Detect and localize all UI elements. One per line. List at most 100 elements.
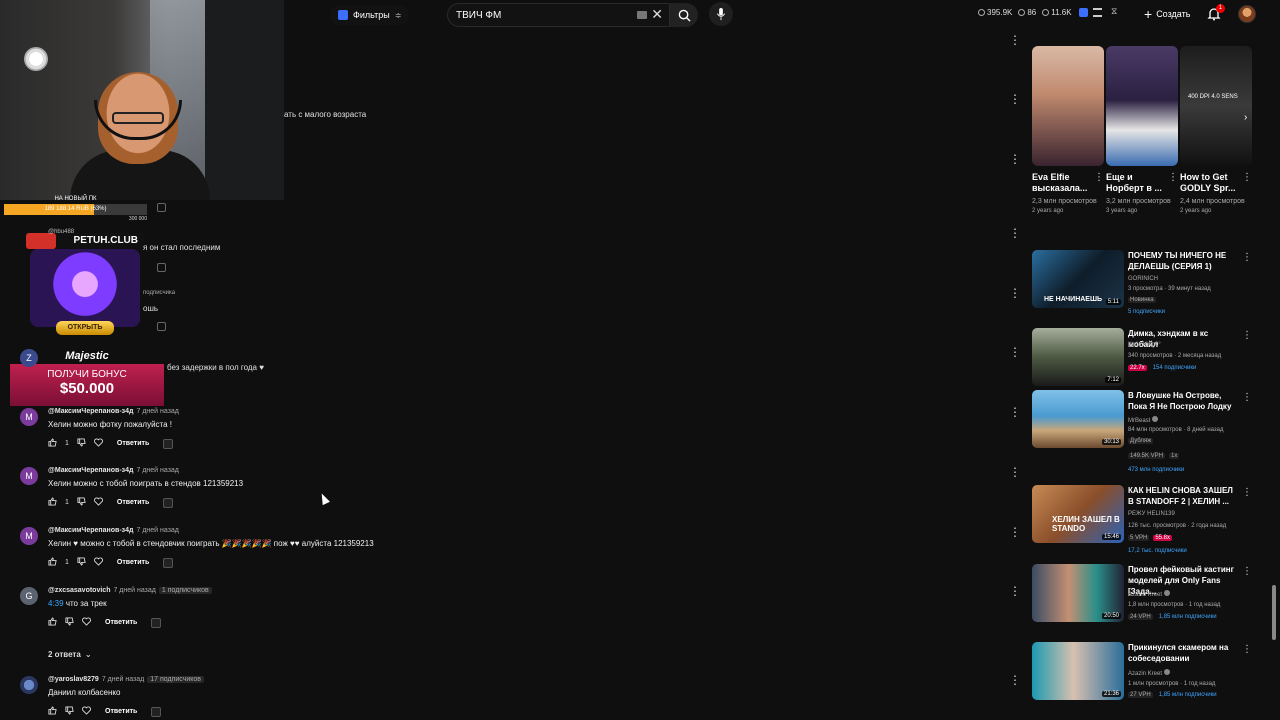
hourglass-icon[interactable]: ⧖: [1111, 6, 1120, 16]
like-button[interactable]: [48, 557, 57, 568]
video-channel[interactable]: Azazin Kreet: [1128, 669, 1171, 677]
dislike-button[interactable]: [65, 617, 74, 628]
video-card[interactable]: 30:13 В Ловушке На Острове, Пока Я Не По…: [1032, 390, 1264, 473]
voice-search-button[interactable]: [709, 2, 733, 26]
timestamp-link[interactable]: 4:39: [48, 599, 64, 608]
video-channel[interactable]: РЕЖУ HELIN139: [1128, 511, 1175, 517]
reply-button[interactable]: Ответить: [99, 708, 143, 715]
video-card[interactable]: НЕ НАЧИНАЕШЬ 5:11 ПОЧЕМУ ТЫ НИЧЕГО НЕ ДЕ…: [1032, 250, 1264, 315]
heart-button[interactable]: [93, 438, 103, 449]
short-thumbnail[interactable]: [1032, 46, 1104, 166]
short-thumbnail[interactable]: [1106, 46, 1178, 166]
extension-small-icon[interactable]: [157, 322, 166, 331]
more-options-icon[interactable]: ⋮: [1242, 644, 1252, 655]
more-options-icon[interactable]: ⋮: [1009, 34, 1021, 46]
comment-author[interactable]: @zxcsasavotovich: [48, 587, 110, 594]
comment-avatar[interactable]: M: [20, 527, 38, 545]
replies-toggle[interactable]: 2 ответа ⌄: [48, 650, 92, 659]
more-options-icon[interactable]: ⋮: [1009, 346, 1021, 358]
dislike-button[interactable]: [77, 557, 86, 568]
comment-avatar[interactable]: [20, 676, 38, 694]
comment-author[interactable]: @МаксимЧерепанов-з4д: [48, 467, 133, 474]
video-card[interactable]: 21:36 Прикинулся скамером на собеседован…: [1032, 642, 1264, 706]
sidebar-scrollbar[interactable]: [1272, 585, 1276, 640]
extension-small-icon[interactable]: [151, 706, 162, 717]
more-options-icon[interactable]: ⋮: [1242, 252, 1252, 263]
comment-avatar[interactable]: Z: [20, 349, 38, 367]
reply-button[interactable]: Ответить: [111, 559, 155, 566]
short-title[interactable]: How to Get GODLY Spr...: [1180, 172, 1240, 194]
like-button[interactable]: [48, 497, 57, 508]
extension-small-icon[interactable]: [163, 557, 174, 568]
more-options-icon[interactable]: ⋮: [1242, 566, 1252, 577]
comment-time[interactable]: 7 дней назад: [136, 467, 178, 474]
heart-button[interactable]: [82, 706, 91, 717]
short-title[interactable]: Еще и Норберт в ...: [1106, 172, 1166, 194]
search-box[interactable]: ТВИЧ ФМ ✕: [447, 3, 670, 27]
video-thumbnail[interactable]: ХЕЛИН ЗАШЕЛ В STANDO 15:46: [1032, 485, 1124, 543]
more-options-icon[interactable]: ⋮: [1009, 406, 1021, 418]
extension-small-icon[interactable]: [157, 263, 166, 272]
video-thumbnail[interactable]: 20:50: [1032, 564, 1124, 622]
search-input[interactable]: ТВИЧ ФМ: [456, 10, 501, 21]
extension-small-icon[interactable]: [151, 617, 162, 628]
chevron-right-icon[interactable]: ›: [1244, 112, 1247, 123]
video-title[interactable]: Прикинулся скамером на собеседовании: [1128, 642, 1240, 664]
menu-lines-icon[interactable]: [1093, 8, 1102, 17]
short-card[interactable]: 400 DPI 4.0 SENS How to Get GODLY Spr...…: [1180, 46, 1252, 214]
comment-avatar[interactable]: G: [20, 587, 38, 605]
short-card[interactable]: Eva Elfie высказала... 2,3 млн просмотро…: [1032, 46, 1104, 214]
video-title[interactable]: ПОЧЕМУ ТЫ НИЧЕГО НЕ ДЕЛАЕШЬ (СЕРИЯ 1): [1128, 250, 1240, 272]
comment-author[interactable]: @yaroslav8279: [48, 676, 99, 683]
comment-time[interactable]: 7 дней назад: [113, 587, 155, 594]
video-thumbnail[interactable]: 30:13: [1032, 390, 1124, 448]
reply-button[interactable]: Ответить: [111, 499, 155, 506]
heart-button[interactable]: [82, 617, 91, 628]
more-options-icon[interactable]: ⋮: [1009, 526, 1021, 538]
more-options-icon[interactable]: ⋮: [1009, 585, 1021, 597]
video-thumbnail[interactable]: НЕ НАЧИНАЕШЬ 5:11: [1032, 250, 1124, 308]
video-card[interactable]: 20:50 Провел фейковый кастинг моделей дл…: [1032, 564, 1264, 628]
more-options-icon[interactable]: ⋮: [1094, 172, 1104, 183]
dislike-button[interactable]: [77, 497, 86, 508]
more-options-icon[interactable]: ⋮: [1009, 466, 1021, 478]
short-card[interactable]: Еще и Норберт в ... 3,2 млн просмотров 3…: [1106, 46, 1178, 214]
dislike-button[interactable]: [77, 438, 86, 449]
heart-button[interactable]: [93, 557, 103, 568]
more-options-icon[interactable]: ⋮: [1009, 93, 1021, 105]
more-options-icon[interactable]: ⋮: [1168, 172, 1178, 183]
extension-small-icon[interactable]: [163, 497, 174, 508]
video-channel[interactable]: GORINICH: [1128, 276, 1158, 282]
more-options-icon[interactable]: ⋮: [1242, 392, 1252, 403]
more-options-icon[interactable]: ⋮: [1009, 287, 1021, 299]
comment-time[interactable]: 7 дней назад: [136, 408, 178, 415]
comment-avatar[interactable]: M: [20, 467, 38, 485]
more-options-icon[interactable]: ⋮: [1009, 674, 1021, 686]
video-title[interactable]: В Ловушке На Острове, Пока Я Не Построю …: [1128, 390, 1240, 412]
comment-author[interactable]: @МаксимЧерепанов-з4д: [48, 408, 133, 415]
reply-button[interactable]: Ответить: [111, 440, 155, 447]
like-button[interactable]: [48, 617, 57, 628]
video-title[interactable]: КАК HELIN СНОВА ЗАШЕЛ В STANDOFF 2 | ХЕЛ…: [1128, 485, 1240, 507]
comment-avatar[interactable]: M: [20, 408, 38, 426]
like-button[interactable]: [48, 706, 57, 717]
video-thumbnail[interactable]: 21:36: [1032, 642, 1124, 700]
short-title[interactable]: Eva Elfie высказала...: [1032, 172, 1092, 194]
more-options-icon[interactable]: ⋮: [1009, 227, 1021, 239]
comment-author[interactable]: @МаксимЧерепанов-з4д: [48, 527, 133, 534]
more-options-icon[interactable]: ⋮: [1009, 153, 1021, 165]
more-options-icon[interactable]: ⋮: [1242, 330, 1252, 341]
video-channel[interactable]: Kn1viKing0°: [1128, 342, 1161, 348]
more-options-icon[interactable]: ⋮: [1242, 172, 1252, 183]
create-button[interactable]: + Создать: [1144, 6, 1190, 22]
search-button[interactable]: [670, 3, 698, 27]
keyboard-icon[interactable]: [637, 11, 647, 19]
heart-button[interactable]: [93, 497, 103, 508]
video-card[interactable]: 7:12 Димка, хэндкам в кс мобайл Kn1viKin…: [1032, 328, 1264, 392]
video-thumbnail[interactable]: 7:12: [1032, 328, 1124, 386]
reply-button[interactable]: Ответить: [99, 619, 143, 626]
filter-button[interactable]: Фильтры ≑: [330, 5, 410, 25]
video-channel[interactable]: Azazin Kreet: [1128, 590, 1171, 598]
short-thumbnail[interactable]: 400 DPI 4.0 SENS: [1180, 46, 1252, 166]
account-avatar[interactable]: [1238, 5, 1256, 23]
